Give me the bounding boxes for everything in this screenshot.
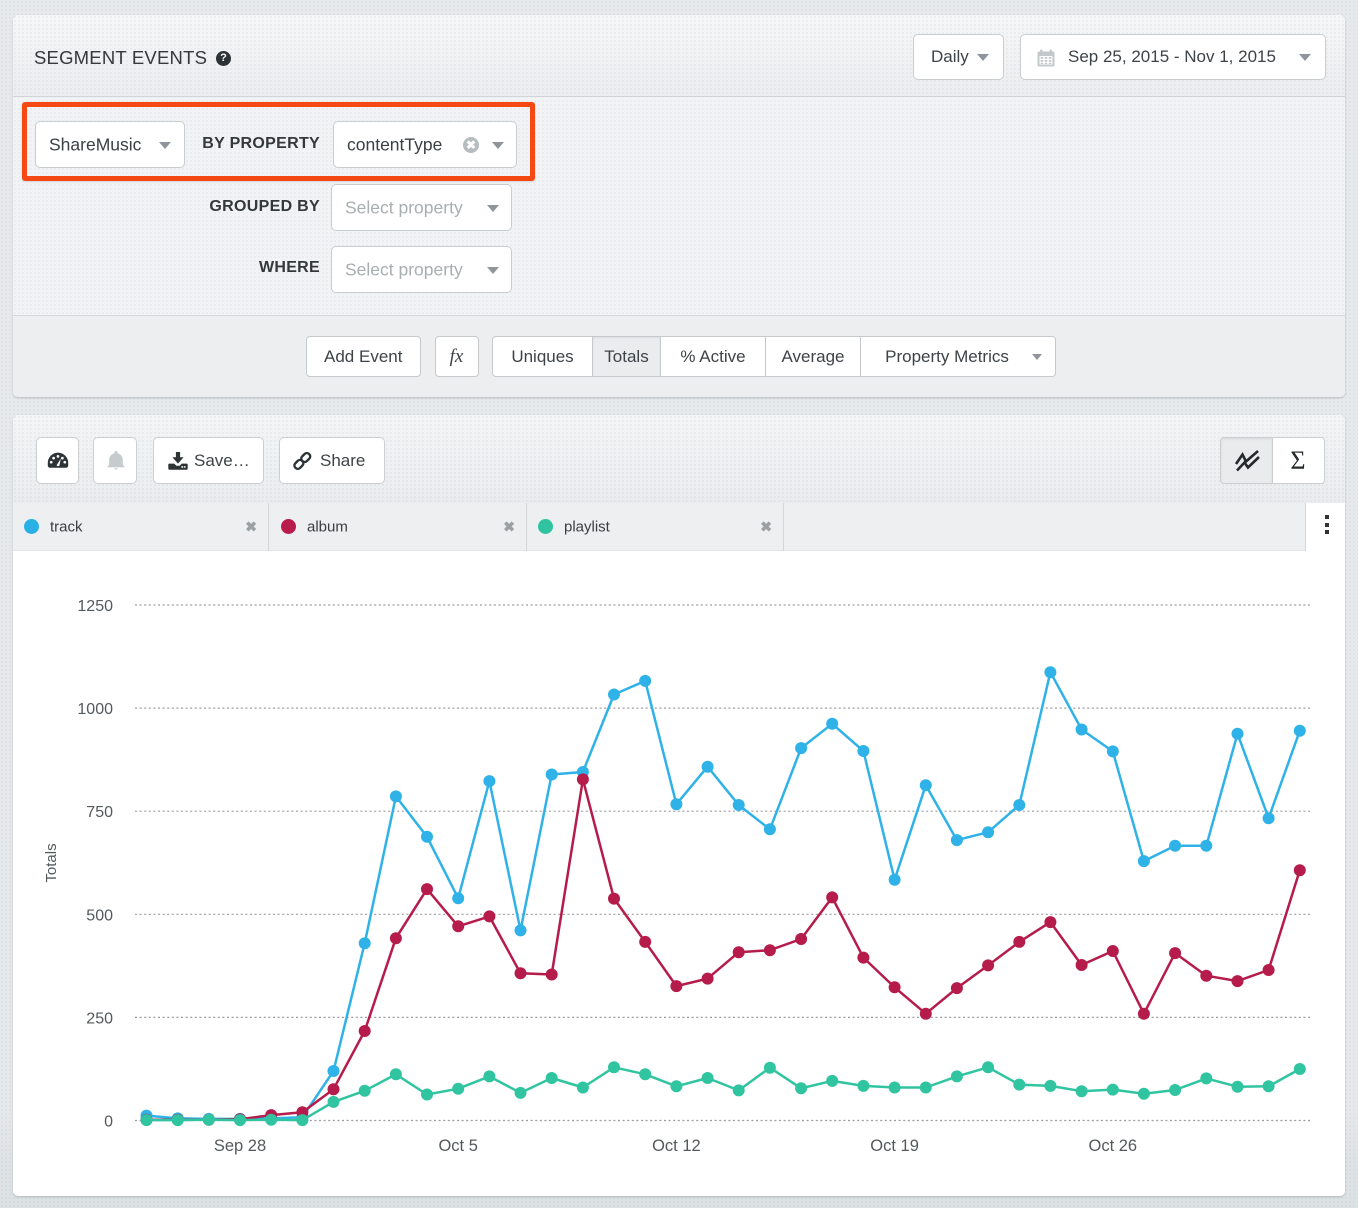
svg-text:Sep 28: Sep 28 (214, 1137, 266, 1155)
svg-text:1000: 1000 (77, 701, 113, 718)
svg-text:Oct 26: Oct 26 (1088, 1137, 1137, 1155)
svg-text:750: 750 (86, 804, 113, 821)
svg-text:250: 250 (86, 1010, 113, 1027)
svg-text:1250: 1250 (77, 598, 113, 615)
svg-text:Oct 19: Oct 19 (870, 1137, 919, 1155)
svg-text:Oct 5: Oct 5 (438, 1137, 477, 1155)
svg-text:0: 0 (104, 1114, 113, 1131)
svg-text:500: 500 (86, 907, 113, 924)
svg-text:Totals: Totals (43, 843, 60, 882)
svg-text:Oct 12: Oct 12 (652, 1137, 701, 1155)
